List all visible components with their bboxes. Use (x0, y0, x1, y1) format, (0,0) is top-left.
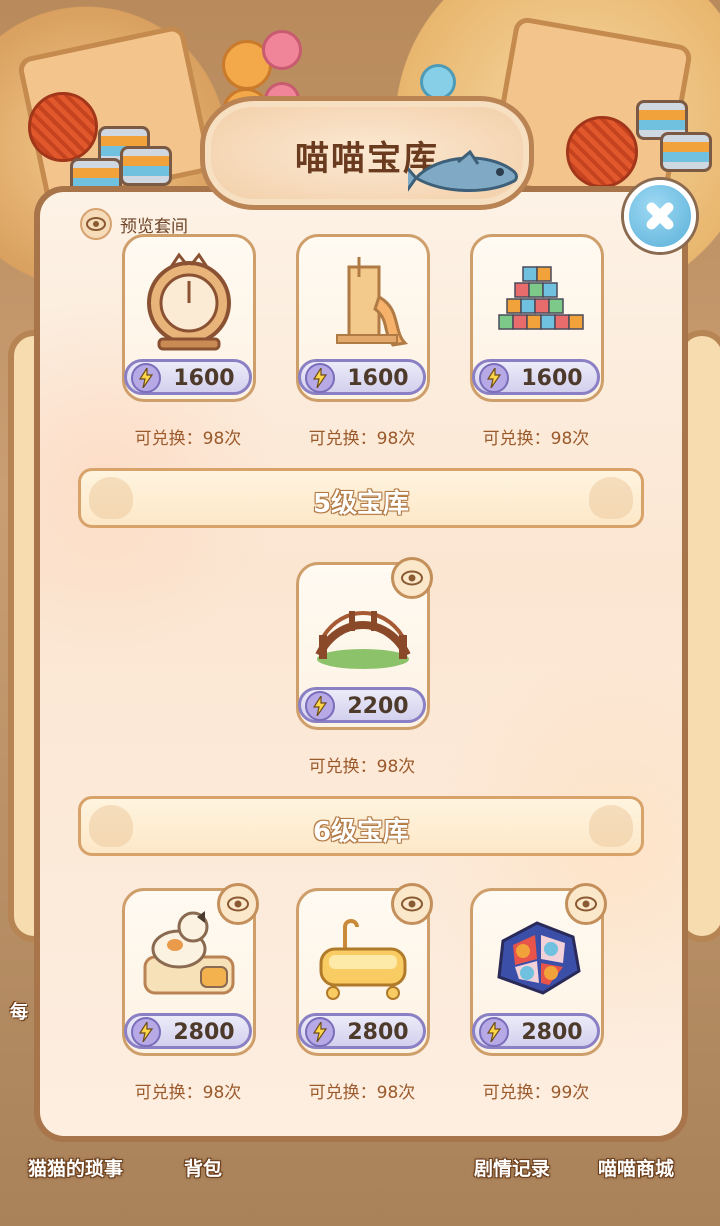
lightning-icon (305, 1017, 335, 1047)
lightning-icon (305, 363, 335, 393)
cat-bathtub-icon (319, 919, 407, 1000)
item-card[interactable]: 1600 (296, 234, 430, 402)
price-value: 2800 (347, 1020, 409, 1045)
level-5-banner: 5级宝库 (78, 468, 644, 528)
redeem-count: 可兑换：98次 (308, 1083, 416, 1103)
item-card[interactable]: 2800 (470, 883, 607, 1056)
nav-story-records[interactable]: 剧情记录 (474, 1154, 550, 1181)
calico-cat-bed-icon (143, 911, 235, 995)
nav-meow-shop[interactable]: 喵喵商城 (598, 1154, 674, 1181)
redeem-count: 可兑换：98次 (134, 1083, 242, 1103)
redeem-count: 可兑换：98次 (308, 757, 416, 777)
lightning-icon (479, 1017, 509, 1047)
price-tag: 1600 (298, 359, 426, 395)
price-value: 1600 (521, 366, 583, 391)
redeem-count: 可兑换：98次 (482, 429, 590, 449)
close-button[interactable] (624, 180, 696, 252)
item-card[interactable]: 1600 (122, 234, 256, 402)
price-value: 1600 (347, 366, 409, 391)
lightning-icon (479, 363, 509, 393)
lightning-icon (305, 691, 335, 721)
play-mat-icon (497, 921, 581, 995)
level-5-label: 5级宝库 (312, 489, 410, 519)
background-side-text: 每 (10, 1002, 28, 1023)
nav-backpack[interactable]: 背包 (184, 1154, 222, 1181)
yarn-ball-icon (566, 116, 638, 188)
item-card[interactable]: 1600 (470, 234, 604, 402)
level-6-banner: 6级宝库 (78, 796, 644, 856)
item-card[interactable]: 2800 (296, 883, 433, 1056)
price-tag: 2200 (298, 687, 426, 723)
price-value: 1600 (173, 366, 235, 391)
yarn-ball-icon (28, 92, 98, 162)
price-tag: 2800 (298, 1013, 426, 1049)
fish-icon (408, 149, 518, 193)
bottom-navigation: 猫猫的琐事 背包 剧情记录 喵喵商城 (0, 1148, 720, 1184)
redeem-count: 可兑换：98次 (308, 429, 416, 449)
price-tag: 2800 (472, 1013, 600, 1049)
flower-decor-icon (420, 64, 456, 100)
price-tag: 1600 (124, 359, 252, 395)
redeem-count: 可兑换：99次 (482, 1083, 590, 1103)
redeem-count: 可兑换：98次 (134, 429, 242, 449)
lightning-icon (131, 1017, 161, 1047)
cat-ring-clock-icon (147, 252, 231, 351)
can-pyramid-icon (498, 266, 584, 330)
level-6-label: 6级宝库 (312, 817, 410, 847)
eye-icon (80, 208, 112, 240)
price-value: 2200 (347, 694, 409, 719)
lightning-icon (131, 363, 161, 393)
price-value: 2800 (521, 1020, 583, 1045)
cat-tower-slide-icon (336, 257, 409, 347)
flower-decor-icon (262, 30, 302, 70)
cat-food-can-icon (660, 132, 712, 172)
item-card[interactable]: 2200 (296, 557, 433, 730)
preview-suite-label: 预览套间 (120, 216, 188, 237)
nav-cat-chores[interactable]: 猫猫的琐事 (28, 1154, 123, 1181)
wooden-bridge-icon (315, 611, 411, 669)
cat-food-can-icon (120, 146, 172, 186)
item-card[interactable]: 2800 (122, 883, 259, 1056)
price-tag: 2800 (124, 1013, 252, 1049)
price-tag: 1600 (472, 359, 600, 395)
price-value: 2800 (173, 1020, 235, 1045)
